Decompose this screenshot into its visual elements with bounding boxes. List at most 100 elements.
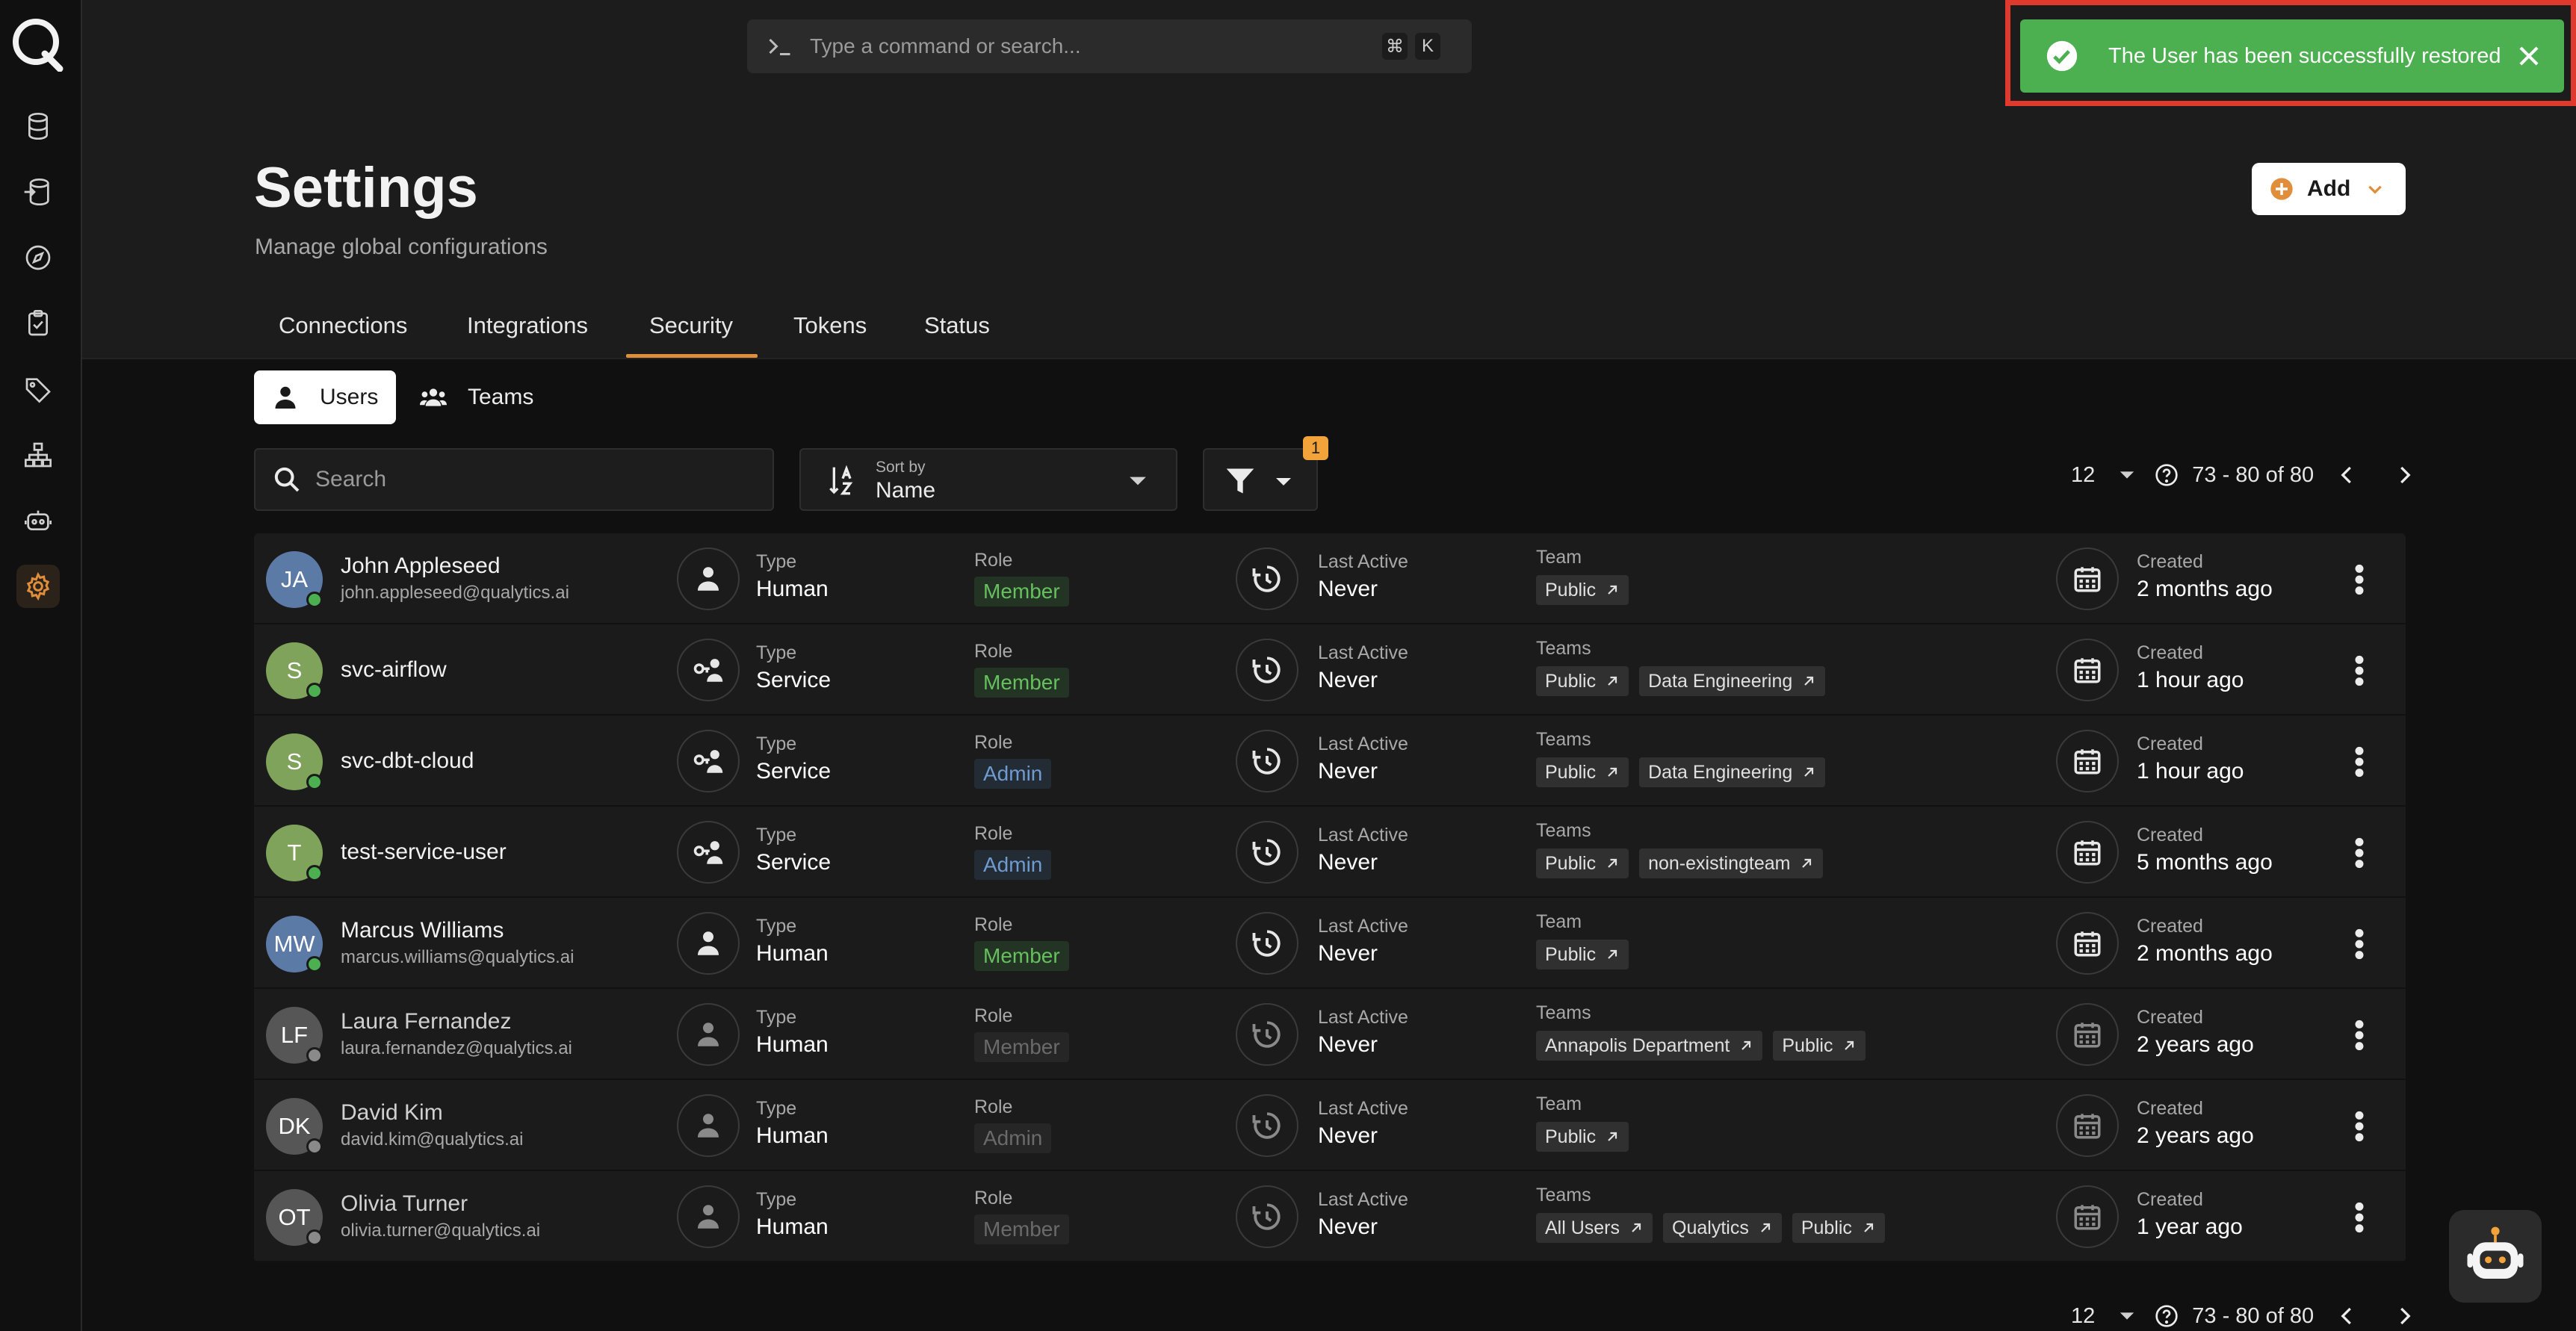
tag-icon xyxy=(25,378,51,403)
sidebar-item-sources[interactable] xyxy=(16,105,60,148)
help-circle-icon[interactable] xyxy=(2155,463,2179,487)
team-chip[interactable]: Data Engineering xyxy=(1639,666,1826,696)
more-options-icon[interactable] xyxy=(2350,1110,2368,1143)
tab-status[interactable]: Status xyxy=(924,312,990,339)
sort-az-icon xyxy=(829,465,853,495)
more-options-icon[interactable] xyxy=(2350,1019,2368,1052)
table-row[interactable]: LF Laura Fernandez laura.fernandez@qualyti… xyxy=(254,989,2406,1080)
chevron-left-icon[interactable] xyxy=(2336,464,2359,486)
external-link-icon xyxy=(1608,858,1617,868)
assistant-bot-button[interactable] xyxy=(2449,1210,2542,1303)
type-label: Type xyxy=(756,733,797,754)
tab-connections[interactable]: Connections xyxy=(279,312,407,339)
team-chip[interactable]: Qualytics xyxy=(1663,1213,1782,1243)
qualytics-logo[interactable] xyxy=(10,15,64,72)
more-options-icon[interactable] xyxy=(2350,654,2368,687)
subtab-users[interactable]: Users xyxy=(254,370,396,424)
close-icon[interactable] xyxy=(2515,42,2543,70)
sidebar-item-agents[interactable] xyxy=(16,499,60,542)
sort-label: Sort by xyxy=(876,459,926,476)
chevron-right-icon[interactable] xyxy=(2393,1305,2415,1327)
chevron-left-icon[interactable] xyxy=(2336,1305,2359,1327)
table-row[interactable]: MW Marcus Williams marcus.williams@qualyti… xyxy=(254,898,2406,989)
page-size-value[interactable]: 12 xyxy=(2071,1304,2095,1329)
user-name[interactable]: Olivia Turner xyxy=(341,1191,468,1217)
add-button[interactable]: Add xyxy=(2252,163,2406,215)
team-chip[interactable]: Annapolis Department xyxy=(1536,1031,1763,1061)
type-value: Human xyxy=(756,941,829,966)
team-chip[interactable]: Data Engineering xyxy=(1639,757,1826,787)
table-row[interactable]: DK David Kim david.kim@qualytics.ai Type Hum… xyxy=(254,1080,2406,1171)
user-name[interactable]: test-service-user xyxy=(341,840,507,865)
team-chip-label: Qualytics xyxy=(1672,1217,1749,1238)
sidebar-item-enrichment[interactable] xyxy=(16,170,60,214)
more-options-icon[interactable] xyxy=(2350,563,2368,596)
user-name[interactable]: Marcus Williams xyxy=(341,918,504,943)
search-input[interactable]: Search xyxy=(254,448,774,511)
sidebar-item-settings[interactable] xyxy=(16,565,60,608)
table-row[interactable]: JA John Appleseed john.appleseed@qualytics… xyxy=(254,533,2406,624)
dropdown-caret-icon xyxy=(1276,478,1291,485)
team-chip[interactable]: non-existingteam xyxy=(1639,848,1824,878)
pagination-top: 12 73 - 80 of 80 xyxy=(2071,460,2415,490)
page-size-value[interactable]: 12 xyxy=(2071,463,2095,488)
team-label: Teams xyxy=(1536,820,1591,841)
command-search[interactable]: Type a command or search... ⌘ K xyxy=(747,19,1472,73)
sidebar-item-explore[interactable] xyxy=(16,236,60,279)
dropdown-caret-icon[interactable] xyxy=(2119,469,2135,481)
team-chip[interactable]: Public xyxy=(1792,1213,1885,1243)
tab-security[interactable]: Security xyxy=(649,312,733,339)
subtab-teams[interactable]: Teams xyxy=(402,370,551,424)
table-row[interactable]: Ssvc-dbt-cloud Type Service Role Admin Last A… xyxy=(254,716,2406,807)
tab-integrations[interactable]: Integrations xyxy=(467,312,588,339)
last-active-label: Last Active xyxy=(1318,1189,1408,1210)
filter-button[interactable] xyxy=(1203,448,1318,511)
user-name[interactable]: svc-airflow xyxy=(341,657,447,683)
more-options-icon[interactable] xyxy=(2350,1201,2368,1234)
dropdown-caret-icon[interactable] xyxy=(2119,1310,2135,1322)
user-name[interactable]: svc-dbt-cloud xyxy=(341,748,474,774)
last-active-value: Never xyxy=(1318,941,1378,966)
team-chip[interactable]: Public xyxy=(1536,940,1629,969)
more-options-icon[interactable] xyxy=(2350,837,2368,869)
shortcut-key-k: K xyxy=(1415,33,1440,60)
team-label: Teams xyxy=(1536,1185,1591,1206)
last-active-label: Last Active xyxy=(1318,1007,1408,1028)
compass-icon xyxy=(25,245,51,270)
header-background xyxy=(82,88,2576,359)
filter-count-badge: 1 xyxy=(1303,436,1328,460)
user-name[interactable]: David Kim xyxy=(341,1100,443,1126)
status-dot xyxy=(306,956,323,972)
type-value: Human xyxy=(756,1032,829,1057)
external-link-icon xyxy=(1632,1223,1641,1232)
sidebar-item-tags[interactable] xyxy=(16,367,60,411)
table-row[interactable]: Ssvc-airflow Type Service Role Member Last Ac… xyxy=(254,624,2406,716)
user-name[interactable]: John Appleseed xyxy=(341,553,501,579)
help-circle-icon[interactable] xyxy=(2155,1304,2179,1328)
team-chip[interactable]: Public xyxy=(1536,575,1629,605)
role-label: Role xyxy=(974,641,1013,662)
user-name[interactable]: Laura Fernandez xyxy=(341,1009,512,1034)
team-chip[interactable]: Public xyxy=(1536,848,1629,878)
team-chip[interactable]: All Users xyxy=(1536,1213,1653,1243)
sidebar-item-flows[interactable] xyxy=(16,433,60,477)
table-row[interactable]: Ttest-service-user Type Service Role Admin La… xyxy=(254,807,2406,898)
team-chips: Public xyxy=(1536,575,1629,605)
more-options-icon[interactable] xyxy=(2350,928,2368,961)
chevron-right-icon[interactable] xyxy=(2393,464,2415,486)
team-chip[interactable]: Public xyxy=(1536,757,1629,787)
sort-select[interactable]: Sort by Name xyxy=(799,448,1177,511)
sidebar-item-checks[interactable] xyxy=(16,302,60,345)
team-chip-label: Public xyxy=(1801,1217,1852,1238)
tab-tokens[interactable]: Tokens xyxy=(793,312,867,339)
team-chip[interactable]: Public xyxy=(1536,666,1629,696)
more-options-icon[interactable] xyxy=(2350,745,2368,778)
type-icon-circle xyxy=(677,912,740,975)
type-label: Type xyxy=(756,551,797,572)
role-label: Role xyxy=(974,914,1013,935)
team-chip[interactable]: Public xyxy=(1773,1031,1866,1061)
external-link-icon xyxy=(1802,858,1812,868)
team-chip[interactable]: Public xyxy=(1536,1122,1629,1152)
status-dot xyxy=(306,592,323,608)
table-row[interactable]: OT Olivia Turner olivia.turner@qualytics.a… xyxy=(254,1171,2406,1262)
